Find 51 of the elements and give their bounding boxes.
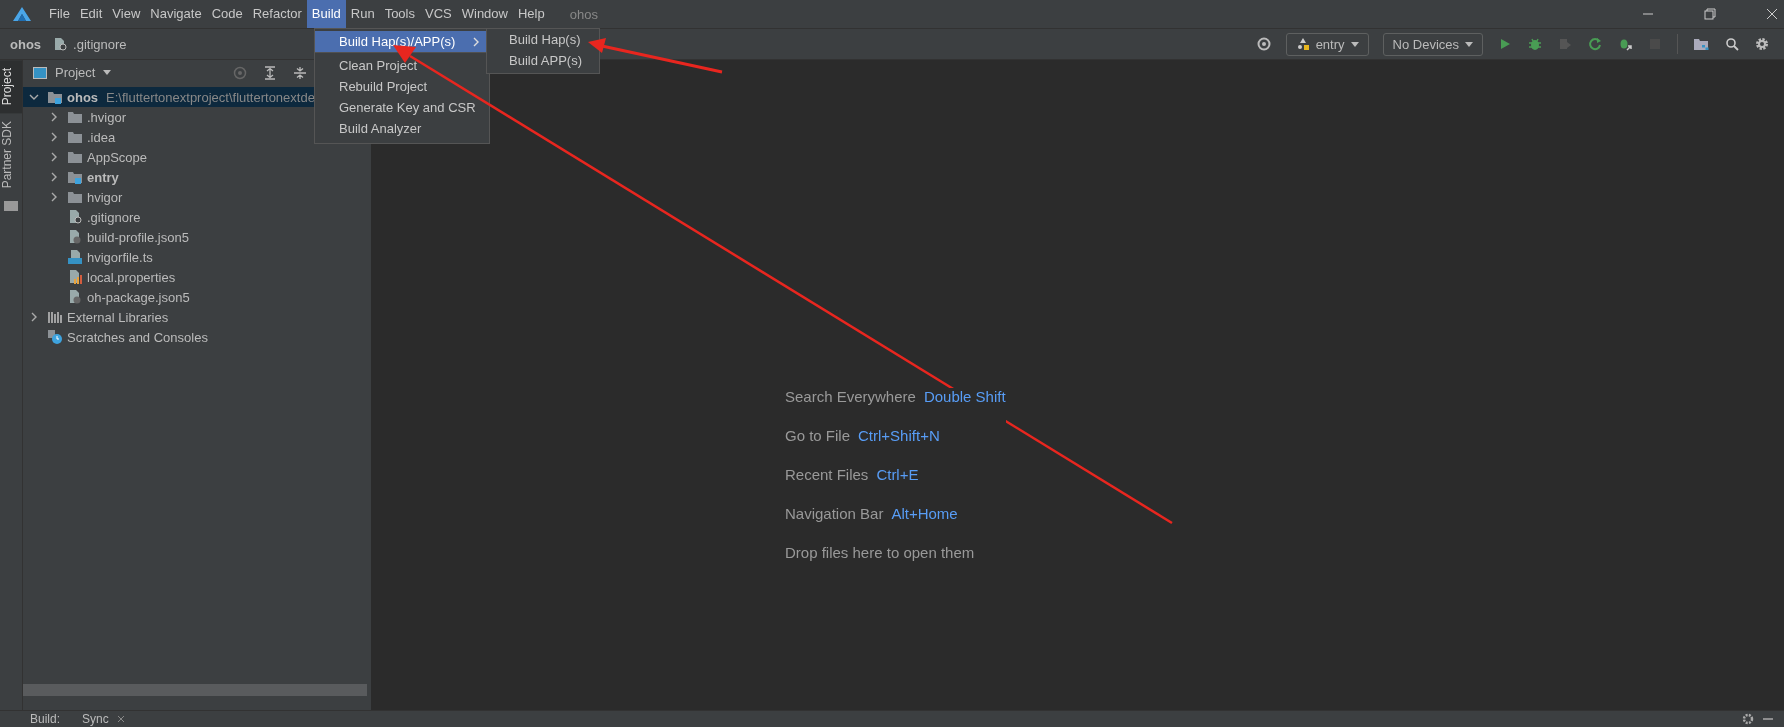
- menu-item[interactable]: Window: [456, 0, 513, 28]
- module-dropdown[interactable]: entry: [1285, 32, 1369, 56]
- tree-label: hvigorfile.ts: [87, 249, 153, 265]
- side-tab[interactable]: Partner SDK: [0, 113, 22, 197]
- tree-row[interactable]: build-profile.json5: [23, 227, 371, 247]
- tool-window-label: Build:: [30, 712, 61, 726]
- menu-item[interactable]: Build Hap(s): [487, 29, 599, 50]
- tree-row[interactable]: local.properties: [23, 267, 371, 287]
- menu-item[interactable]: Edit: [74, 0, 108, 28]
- menu-item[interactable]: Help: [512, 0, 550, 28]
- menu-item[interactable]: Run: [345, 0, 380, 28]
- menu-item[interactable]: Tools: [379, 0, 420, 28]
- tree-row[interactable]: .gitignore: [23, 207, 371, 227]
- tree-label: AppScope: [87, 149, 147, 165]
- tree-label: Scratches and Consoles: [67, 329, 208, 345]
- tree-row[interactable]: Scratches and Consoles: [23, 327, 371, 347]
- build-tab[interactable]: Sync: [82, 712, 109, 726]
- menu-item[interactable]: File: [44, 0, 75, 28]
- menu-item[interactable]: Refactor: [247, 0, 307, 28]
- tree-label: local.properties: [87, 269, 176, 285]
- menu-item[interactable]: Code: [206, 0, 248, 28]
- tree-row[interactable]: AppScope: [23, 147, 371, 167]
- tree-row[interactable]: entry: [23, 167, 371, 187]
- tree-label: .idea: [87, 129, 116, 145]
- tree-label: entry: [87, 169, 119, 185]
- breadcrumb-item[interactable]: ohos: [10, 36, 42, 52]
- menu-item[interactable]: Navigate: [145, 0, 207, 28]
- menu-item[interactable]: Build Analyzer: [315, 118, 489, 139]
- tree-label: .hvigor: [87, 109, 127, 125]
- path-text: E:\fluttertonextproject\fluttertonextde: [106, 89, 315, 105]
- tree-label: ohos: [67, 89, 99, 105]
- project-title: ohos: [569, 6, 598, 22]
- device-dropdown[interactable]: No Devices: [1382, 32, 1483, 56]
- tree-label: hvigor: [87, 189, 123, 205]
- menu-item[interactable]: Build Hap(s)/APP(s): [315, 31, 489, 52]
- tree-row[interactable]: External Libraries: [23, 307, 371, 327]
- menu-item[interactable]: Clean Project: [315, 55, 489, 76]
- panel-title[interactable]: Project: [55, 65, 96, 80]
- menu-item[interactable]: VCS: [420, 0, 457, 28]
- tree-row[interactable]: hvigor: [23, 187, 371, 207]
- tree-row[interactable]: hvigorfile.ts: [23, 247, 371, 267]
- breadcrumb-item[interactable]: .gitignore: [73, 36, 127, 52]
- tree-label: build-profile.json5: [87, 229, 189, 245]
- menu-item[interactable]: Build APP(s): [487, 50, 599, 71]
- menu-item[interactable]: View: [107, 0, 146, 28]
- tree-row[interactable]: oh-package.json5: [23, 287, 371, 307]
- tree-label: External Libraries: [67, 309, 169, 325]
- tree-label: .gitignore: [87, 209, 141, 225]
- menu-item[interactable]: Build: [306, 0, 346, 28]
- tree-label: oh-package.json5: [87, 289, 190, 305]
- side-tab[interactable]: Project: [0, 60, 22, 114]
